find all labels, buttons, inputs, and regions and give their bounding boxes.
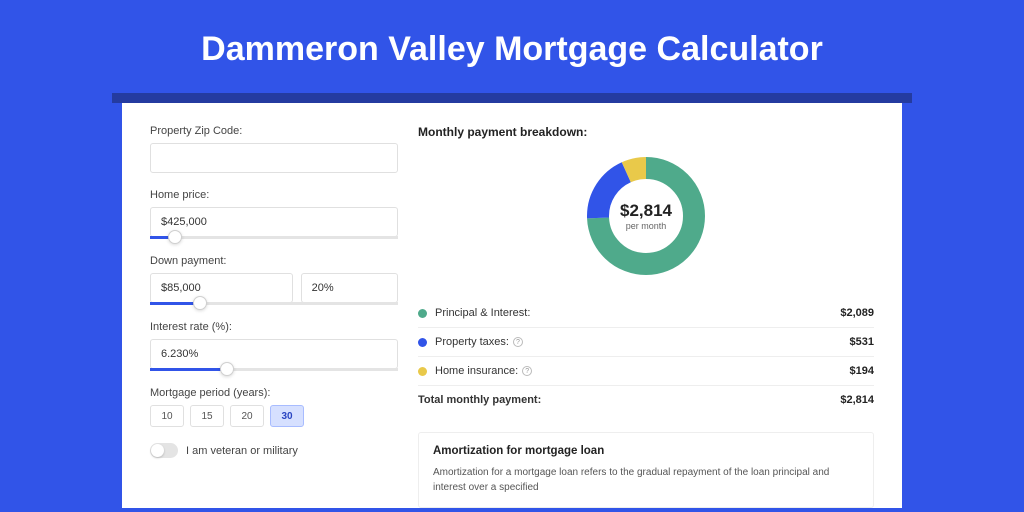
legend-text: Home insurance: [435,365,518,377]
interest-slider[interactable] [150,368,398,371]
interest-field: Interest rate (%): [150,321,398,371]
legend-row-total: Total monthly payment: $2,814 [418,386,874,414]
down-payment-slider[interactable] [150,302,398,305]
veteran-toggle[interactable] [150,443,178,458]
legend-dot [418,367,427,376]
slider-thumb[interactable] [193,296,207,310]
legend-total-label: Total monthly payment: [418,394,840,406]
info-icon[interactable]: ? [522,366,532,376]
toggle-knob [151,444,164,457]
home-price-field: Home price: [150,189,398,239]
veteran-label: I am veteran or military [186,445,298,457]
donut-amount: $2,814 [620,201,672,221]
form-panel: Property Zip Code: Home price: Down paym… [150,125,398,508]
legend-row-insurance: Home insurance: ? $194 [418,357,874,386]
zip-label: Property Zip Code: [150,125,398,137]
donut-chart-wrap: $2,814 per month [418,151,874,281]
calculator-card: Property Zip Code: Home price: Down paym… [122,103,902,508]
interest-input[interactable] [150,339,398,369]
legend-value: $194 [850,365,874,377]
breakdown-panel: Monthly payment breakdown: $2,814 per mo… [398,125,874,508]
legend-value: $2,089 [840,307,874,319]
slider-thumb[interactable] [168,230,182,244]
amortization-text: Amortization for a mortgage loan refers … [433,465,859,495]
donut-center: $2,814 per month [620,201,672,231]
interest-label: Interest rate (%): [150,321,398,333]
donut-unit: per month [620,221,672,231]
veteran-row: I am veteran or military [150,443,398,458]
down-payment-input[interactable] [150,273,293,303]
donut-chart: $2,814 per month [581,151,711,281]
legend-dot [418,309,427,318]
zip-input[interactable] [150,143,398,173]
amortization-box: Amortization for mortgage loan Amortizat… [418,432,874,508]
zip-field: Property Zip Code: [150,125,398,173]
legend-total-value: $2,814 [840,394,874,406]
legend-text: Property taxes: [435,336,509,348]
page-title: Dammeron Valley Mortgage Calculator [0,0,1024,93]
period-option-10[interactable]: 10 [150,405,184,427]
period-option-15[interactable]: 15 [190,405,224,427]
period-option-30[interactable]: 30 [270,405,304,427]
legend-value: $531 [850,336,874,348]
period-options: 10 15 20 30 [150,405,398,427]
amortization-title: Amortization for mortgage loan [433,445,859,457]
slider-thumb[interactable] [220,362,234,376]
legend-dot [418,338,427,347]
legend-label: Home insurance: ? [435,365,850,377]
legend-text: Principal & Interest: [435,307,530,319]
down-payment-label: Down payment: [150,255,398,267]
home-price-slider[interactable] [150,236,398,239]
period-option-20[interactable]: 20 [230,405,264,427]
period-label: Mortgage period (years): [150,387,398,399]
breakdown-heading: Monthly payment breakdown: [418,125,874,139]
down-payment-field: Down payment: [150,255,398,305]
period-field: Mortgage period (years): 10 15 20 30 [150,387,398,427]
legend-label: Property taxes: ? [435,336,850,348]
legend-row-principal: Principal & Interest: $2,089 [418,299,874,328]
info-icon[interactable]: ? [513,337,523,347]
legend-row-taxes: Property taxes: ? $531 [418,328,874,357]
down-payment-pct-input[interactable] [301,273,398,303]
legend-label: Principal & Interest: [435,307,840,319]
home-price-input[interactable] [150,207,398,237]
card-shadow [112,93,912,103]
home-price-label: Home price: [150,189,398,201]
